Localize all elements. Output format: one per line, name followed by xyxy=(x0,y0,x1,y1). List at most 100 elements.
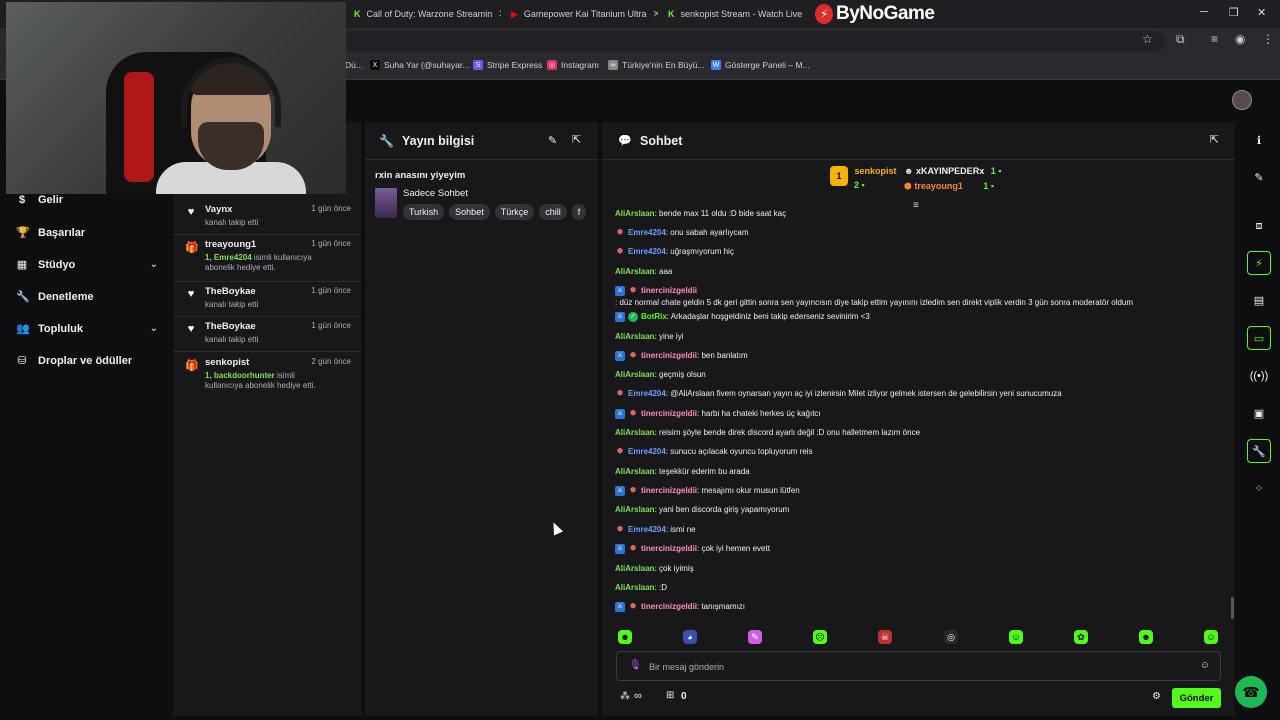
activity-user[interactable]: TheBoykae xyxy=(205,286,256,297)
activity-time: 1 gün önce xyxy=(311,321,351,330)
chat-message: AliArslaan: yani ben discorda giriş yapa… xyxy=(615,504,1205,516)
chat-message: ⚔ ⬢ tinercinizgeldii: harbi ha chateki her… xyxy=(615,408,1205,420)
chat-username[interactable]: AliArslaan xyxy=(615,466,655,478)
chat-username[interactable]: tinercinizgeldii xyxy=(641,285,697,297)
gift-recipient[interactable]: 1, Emre4204 xyxy=(205,253,252,262)
chat-username[interactable]: tinercinizgeldii xyxy=(641,485,697,497)
star-icon[interactable]: ☆ xyxy=(1142,32,1153,46)
chat-bubble-icon[interactable]: ▭ xyxy=(1247,326,1271,350)
chat-username[interactable]: AliArslaan xyxy=(615,427,655,439)
activity-user[interactable]: senkopist xyxy=(205,357,249,368)
activity-user[interactable]: TheBoykae xyxy=(205,321,256,332)
tag[interactable]: Sohbet xyxy=(449,204,490,220)
emote-icon[interactable]: ☺ xyxy=(1009,630,1023,644)
emote-icon[interactable]: ◕ xyxy=(683,630,697,644)
chat-username[interactable]: Emre4204 xyxy=(628,524,666,536)
sidebar-item-studyo[interactable]: ▦ Stüdyo ⌄ xyxy=(16,258,158,272)
profile-icon[interactable]: ◉ xyxy=(1235,32,1245,46)
browser-tab[interactable]: K Call of Duty: Warzone Streamin ✕ xyxy=(346,3,501,25)
emote-icon[interactable]: ✿ xyxy=(1074,630,1088,644)
sidebar-item-gelir[interactable]: $ Gelir xyxy=(16,194,158,206)
emote-icon[interactable]: ☹ xyxy=(813,630,827,644)
chat-scrollbar[interactable] xyxy=(1231,597,1234,619)
bookmark[interactable]: ◎ Instagram xyxy=(547,60,599,70)
chat-username[interactable]: tinercinizgeldii xyxy=(641,543,697,555)
gear-icon[interactable]: ⚙ xyxy=(1152,691,1161,702)
chat-input[interactable] xyxy=(649,659,1169,675)
tag[interactable]: Türkçe xyxy=(494,204,535,220)
chat-username[interactable]: AliArslaan xyxy=(615,208,655,220)
emote-icon[interactable]: ✎ xyxy=(748,630,762,644)
leader-name[interactable]: xKAYINPEDERx xyxy=(916,166,984,176)
gift-recipient[interactable]: 1, backdoorhunter xyxy=(205,371,275,380)
menu-icon[interactable]: ⋮ xyxy=(1262,32,1274,46)
microphone-icon[interactable]: 🎙 xyxy=(629,660,642,671)
close-icon[interactable]: ✕ xyxy=(652,9,658,20)
chat-username[interactable]: AliArslaan xyxy=(615,266,655,278)
extensions-icon[interactable]: ⧉ xyxy=(1176,32,1185,47)
bookmark[interactable]: S Stripe Express xyxy=(473,60,542,70)
leader-name[interactable]: senkopist xyxy=(855,166,897,176)
chat-username[interactable]: AliArslaan xyxy=(615,331,655,343)
tag[interactable]: f xyxy=(571,204,587,220)
media-icon[interactable]: ≡ xyxy=(1211,32,1218,46)
chat-username[interactable]: AliArslaan xyxy=(615,582,655,594)
chat-username[interactable]: tinercinizgeldii xyxy=(641,408,697,420)
user-avatar[interactable] xyxy=(1232,90,1252,110)
bolt-icon[interactable]: ⚡ xyxy=(1247,251,1271,275)
support-button[interactable]: ☎ xyxy=(1235,676,1267,708)
chat-username[interactable]: Emre4204 xyxy=(628,227,666,239)
activity-user[interactable]: Vaynx xyxy=(205,204,232,215)
window-close-icon[interactable]: ✕ xyxy=(1257,6,1266,19)
activity-item: 🎁 senkopist 2 gün önce 1, backdoorhunter… xyxy=(173,355,361,400)
pencil-icon[interactable]: ✎ xyxy=(1247,165,1271,189)
browser-tab[interactable]: ▶ Gamepower Kai Titanium Ultra ✕ xyxy=(503,3,658,25)
popout-icon[interactable]: ⇱ xyxy=(1210,133,1219,146)
emote-icon[interactable]: ☻ xyxy=(1139,630,1153,644)
chat-username[interactable]: tinercinizgeldii xyxy=(641,350,697,362)
leader-name[interactable]: treayoung1 xyxy=(914,181,963,191)
share-icon[interactable]: ⁘ xyxy=(1247,476,1271,500)
points-icon[interactable]: ⁂ xyxy=(620,691,630,702)
broadcast-icon[interactable]: ((•)) xyxy=(1247,364,1271,388)
emote-icon[interactable]: ☠ xyxy=(878,630,892,644)
info-icon[interactable]: ℹ xyxy=(1247,128,1271,152)
document-icon[interactable]: ▤ xyxy=(1247,288,1271,312)
tag[interactable]: Turkish xyxy=(403,204,445,220)
wrench-rail-icon[interactable]: 🔧 xyxy=(1247,439,1271,463)
browser-tab[interactable]: K senkopist Stream - Watch Live xyxy=(660,3,810,25)
edit-icon[interactable]: ✎ xyxy=(548,134,557,147)
emote-icon[interactable]: ☻ xyxy=(618,630,632,644)
chat-username[interactable]: tinercinizgeldii xyxy=(641,601,697,613)
close-icon[interactable]: ✕ xyxy=(498,9,501,20)
send-button[interactable]: Gönder xyxy=(1172,688,1221,708)
emote-icon[interactable]: ◎ xyxy=(944,630,958,644)
sidebar-item-basarilar[interactable]: 🏆 Başarılar xyxy=(16,226,158,240)
emote-icon[interactable]: ☺ xyxy=(1204,630,1218,644)
sidebar-item-denetleme[interactable]: 🔧 Denetleme xyxy=(16,290,158,304)
emoji-icon[interactable]: ☺ xyxy=(1200,660,1210,671)
bookmark[interactable]: Dü... xyxy=(345,60,363,70)
chat-username[interactable]: AliArslaan xyxy=(615,504,655,516)
chat-username[interactable]: BotRix xyxy=(641,311,667,323)
stream-category[interactable]: Sadece Sohbet xyxy=(403,188,468,199)
chat-username[interactable]: Emre4204 xyxy=(628,446,666,458)
maximize-icon[interactable]: ❐ xyxy=(1229,6,1239,19)
screen-icon[interactable]: ⧈ xyxy=(1247,214,1271,238)
activity-user[interactable]: treayoung1 xyxy=(205,239,256,250)
chat-username[interactable]: Emre4204 xyxy=(628,246,666,258)
bookmark[interactable]: X Suha Yar (@suhayar... xyxy=(370,60,469,70)
bag-icon[interactable]: ⊞ xyxy=(666,690,674,701)
chat-username[interactable]: AliArslaan xyxy=(615,369,655,381)
minimize-icon[interactable]: ─ xyxy=(1200,6,1208,18)
sidebar-item-topluluk[interactable]: 👥 Topluluk ⌄ xyxy=(16,322,158,336)
tag[interactable]: chill xyxy=(539,204,567,220)
chat-username[interactable]: Emre4204 xyxy=(628,388,666,400)
popout-icon[interactable]: ⇱ xyxy=(572,133,581,146)
bookmark[interactable]: W Gösterge Paneli – M... xyxy=(711,60,810,70)
url-input[interactable] xyxy=(340,31,1165,51)
printer-icon[interactable]: ▣ xyxy=(1247,401,1271,425)
sidebar-item-droplar[interactable]: ⛁ Droplar ve ödüller xyxy=(16,354,158,368)
bookmark[interactable]: ∞ Türkiye'nin En Büyü... xyxy=(608,60,704,70)
chat-username[interactable]: AliArslaan xyxy=(615,563,655,575)
